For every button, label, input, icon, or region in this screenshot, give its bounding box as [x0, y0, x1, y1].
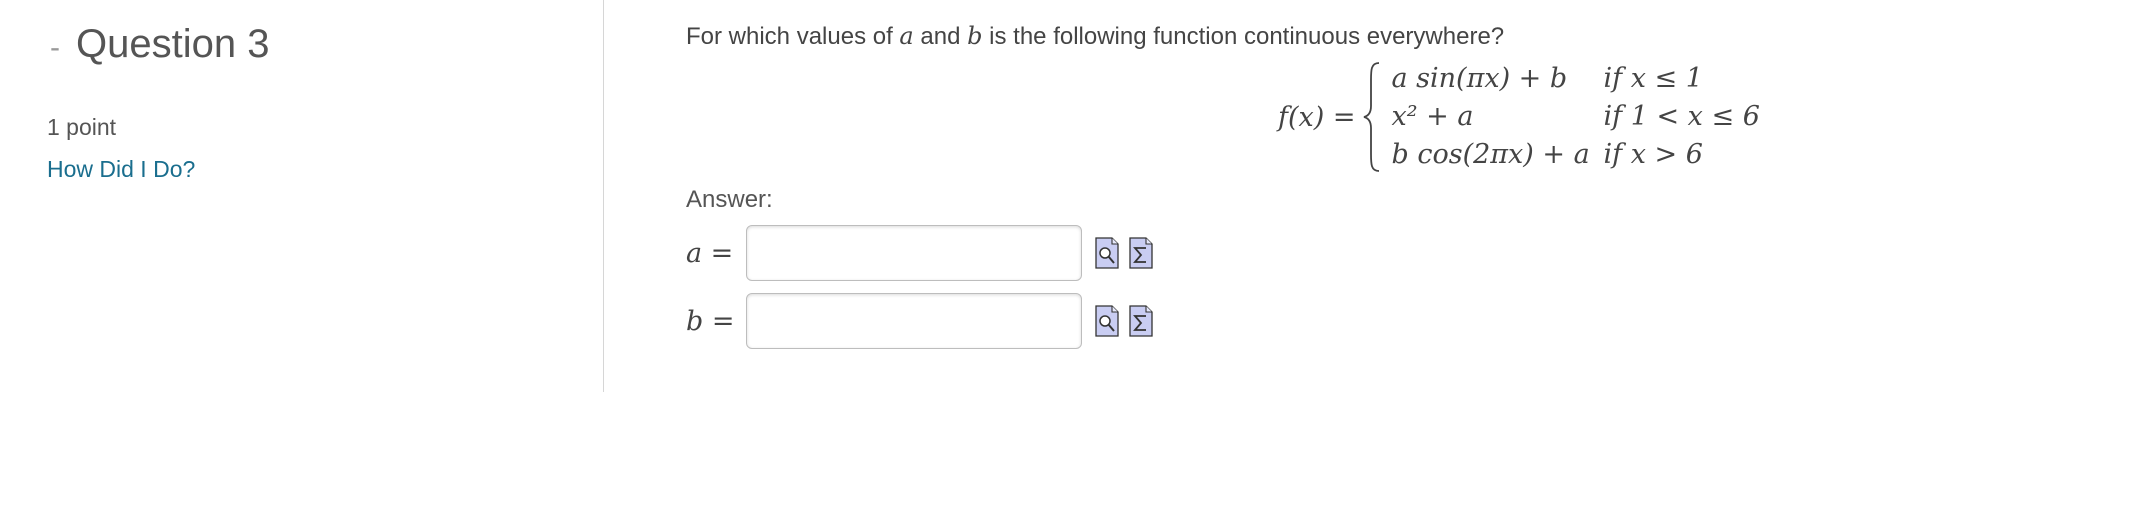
question-title: Question 3: [76, 22, 270, 66]
prompt-text-and: and: [913, 23, 968, 50]
piecewise-function: f(x) = a sin(πx) + b if x ≤ 1 x² + a if …: [1278, 60, 1760, 174]
preview-icon[interactable]: [1094, 236, 1120, 270]
collapse-toggle[interactable]: -: [50, 33, 60, 63]
answer-var-b-label: b =: [686, 305, 735, 337]
answer-var-a-label: a =: [686, 237, 734, 269]
piecewise-cases: a sin(πx) + b if x ≤ 1 x² + a if 1 < x ≤…: [1392, 60, 1760, 174]
case-2-cond: if 1 < x ≤ 6: [1603, 101, 1760, 132]
case-3-expr: b cos(2πx) + a: [1391, 139, 1590, 170]
function-lhs: f(x) =: [1278, 102, 1356, 133]
equation-editor-icon[interactable]: [1128, 236, 1154, 270]
prompt-text-pre: For which values of: [686, 23, 900, 50]
question-prompt: For which values of a and b is the follo…: [686, 22, 1504, 51]
prompt-var-b: b: [967, 22, 983, 50]
prompt-var-a: a: [899, 22, 914, 50]
answer-row-a: a =: [686, 225, 1154, 281]
answer-input-a[interactable]: [746, 225, 1082, 281]
answer-input-b[interactable]: [746, 293, 1082, 349]
equation-editor-icon[interactable]: [1128, 304, 1154, 338]
points-label: 1 point: [47, 114, 117, 140]
answer-label: Answer:: [686, 186, 773, 213]
function-lhs-text: f(x) =: [1278, 101, 1356, 133]
question-header: - Question 3: [50, 22, 269, 66]
prompt-text-post: is the following function continuous eve…: [982, 23, 1505, 50]
left-brace: [1363, 62, 1379, 172]
page: - Question 3 1 point How Did I Do? For w…: [0, 0, 2131, 512]
case-2-expr: x² + a: [1391, 101, 1474, 132]
how-did-i-do-link[interactable]: How Did I Do?: [47, 156, 195, 183]
preview-icon[interactable]: [1094, 304, 1120, 338]
question-sidebar: - Question 3 1 point How Did I Do?: [0, 0, 604, 392]
case-1-cond: if x ≤ 1: [1603, 63, 1703, 94]
case-1-expr: a sin(πx) + b: [1391, 63, 1568, 94]
answer-row-b: b =: [686, 293, 1154, 349]
case-3-cond: if x > 6: [1603, 139, 1703, 170]
